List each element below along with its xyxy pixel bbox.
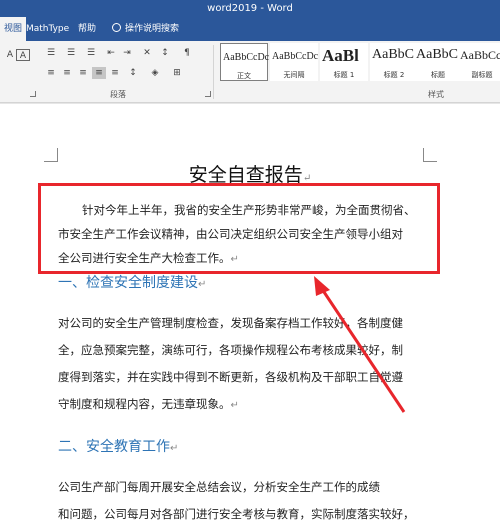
- style-sample: AaBbC: [416, 47, 458, 62]
- style-sample: AaBbC: [372, 47, 414, 62]
- annotation-arrow: [314, 276, 406, 413]
- increase-indent-icon[interactable]: ⇥: [120, 47, 134, 59]
- font-color-icon[interactable]: A: [3, 49, 17, 61]
- styles-gallery: AaBbCcDc 正文 AaBbCcDc 无间隔 AaBl 标题 1 AaBbC…: [218, 43, 500, 81]
- bullets-icon[interactable]: ☰: [44, 47, 58, 59]
- group-divider: [213, 45, 214, 99]
- paragraph-group-label: 段落: [110, 90, 126, 99]
- style-no-spacing[interactable]: AaBbCcDc 无间隔: [270, 43, 318, 81]
- style-title[interactable]: AaBbC 标题: [414, 43, 462, 81]
- style-name: 标题: [431, 71, 445, 79]
- lightbulb-icon: [112, 23, 121, 32]
- arrow-shaft: [318, 285, 406, 413]
- numbering-icon[interactable]: ☰: [64, 47, 78, 59]
- document-page[interactable]: 安全自查报告↵ 针对今年上半年，我省的安全生产形势非常严峻，为全面贯彻省、 市安…: [0, 104, 500, 530]
- style-sample: AaBbCcDc: [223, 52, 270, 63]
- decrease-indent-icon[interactable]: ⇤: [104, 47, 118, 59]
- ribbon-tabs: 视图 MathType 帮助 操作说明搜索: [0, 17, 500, 41]
- show-marks-icon[interactable]: ¶: [180, 47, 194, 59]
- shading-icon[interactable]: ◈: [148, 67, 162, 79]
- style-subtitle[interactable]: AaBbCc 副标题: [458, 43, 500, 81]
- distributed-icon[interactable]: ≡: [108, 67, 122, 79]
- style-sample: AaBl: [322, 46, 359, 65]
- sort-icon[interactable]: ↕: [158, 47, 172, 59]
- style-name: 标题 2: [383, 71, 405, 79]
- multilevel-list-icon[interactable]: ☰: [84, 47, 98, 59]
- style-name: 标题 1: [333, 71, 355, 79]
- style-name: 副标题: [471, 71, 493, 79]
- line-spacing-icon[interactable]: ↕: [126, 67, 140, 79]
- window-title: word2019 - Word: [207, 3, 293, 14]
- borders-icon[interactable]: ⊞: [170, 67, 184, 79]
- tell-me-label: 操作说明搜索: [125, 24, 180, 34]
- font-dialog-launcher[interactable]: [30, 91, 36, 97]
- align-right-icon[interactable]: ≡: [76, 67, 90, 79]
- arrow-head: [314, 276, 330, 296]
- style-sample: AaBbCc: [460, 48, 500, 62]
- align-left-icon[interactable]: ≡: [44, 67, 58, 79]
- tell-me-search[interactable]: 操作说明搜索: [108, 17, 183, 41]
- style-sample: AaBbCcDc: [272, 51, 319, 62]
- tab-help[interactable]: 帮助: [74, 17, 100, 41]
- paragraph-dialog-launcher[interactable]: [205, 91, 211, 97]
- style-name: 正文: [237, 72, 251, 80]
- styles-group-label: 样式: [428, 90, 444, 99]
- style-heading-1[interactable]: AaBl 标题 1: [320, 43, 368, 81]
- justify-icon[interactable]: ≡: [92, 67, 106, 79]
- align-center-icon[interactable]: ≡: [60, 67, 74, 79]
- char-border-icon[interactable]: A: [16, 49, 30, 61]
- chinese-layout-icon[interactable]: ✕: [140, 47, 154, 59]
- style-heading-2[interactable]: AaBbC 标题 2: [370, 43, 418, 81]
- style-name: 无间隔: [283, 71, 305, 79]
- title-bar: word2019 - Word: [0, 0, 500, 17]
- style-normal[interactable]: AaBbCcDc 正文: [220, 43, 270, 81]
- document-area: 安全自查报告↵ 针对今年上半年，我省的安全生产形势非常严峻，为全面贯彻省、 市安…: [0, 104, 500, 530]
- tab-mathtype[interactable]: MathType: [22, 17, 73, 41]
